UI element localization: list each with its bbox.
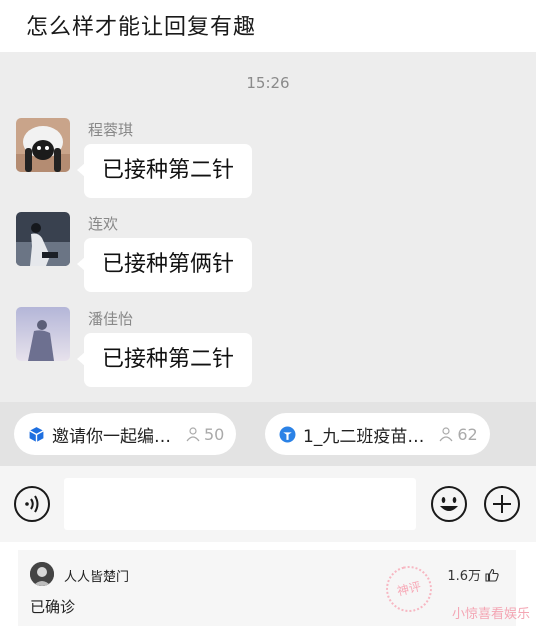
group-chips-bar: 邀请你一起编… 50 1_九二班疫苗… 62	[0, 402, 536, 466]
like-count: 1.6万	[447, 569, 481, 584]
person-icon	[186, 427, 200, 442]
avatar[interactable]	[16, 307, 70, 361]
sender-name: 连欢	[88, 215, 119, 233]
chat-message: 程蓉琪 已接种第二针	[16, 118, 516, 198]
comment-card: 人人皆楚门 1.6万 已确诊	[18, 550, 516, 626]
comment-username[interactable]: 人人皆楚门	[64, 566, 129, 585]
person-icon	[439, 427, 453, 442]
plus-icon[interactable]	[483, 485, 521, 523]
cube-icon	[29, 426, 44, 442]
group-logo-icon	[279, 426, 296, 442]
thumbs-up-icon	[485, 568, 499, 582]
emoji-icon[interactable]	[430, 485, 468, 523]
chat-message: 连欢 已接种第俩针	[16, 212, 516, 292]
member-count-value: 62	[457, 424, 478, 444]
message-timestamp: 15:26	[246, 74, 290, 92]
member-count: 50	[185, 425, 224, 444]
message-bubble[interactable]: 已接种第二针	[76, 144, 253, 198]
comment-text: 已确诊	[30, 598, 76, 616]
group-name: 邀请你一起编…	[52, 426, 171, 447]
group-name: 1_九二班疫苗…	[303, 426, 425, 447]
sender-name: 程蓉琪	[88, 121, 134, 139]
chat-message: 潘佳怡 已接种第二针	[16, 307, 516, 387]
message-bubble[interactable]: 已接种第俩针	[76, 238, 253, 292]
group-chip-invite[interactable]: 邀请你一起编… 50	[14, 413, 237, 455]
member-count-value: 50	[204, 424, 225, 444]
member-count: 62	[438, 424, 478, 444]
message-input[interactable]	[64, 478, 416, 530]
chat-input-bar	[0, 466, 536, 542]
voice-icon[interactable]	[13, 485, 51, 523]
post-title: 怎么样才能让回复有趣	[0, 0, 536, 48]
like-button[interactable]: 1.6万	[447, 565, 500, 584]
avatar[interactable]	[16, 212, 70, 266]
sender-name: 潘佳怡	[88, 310, 134, 328]
watermark: 小惊喜看娱乐	[451, 607, 530, 622]
avatar[interactable]	[16, 118, 70, 172]
message-bubble[interactable]: 已接种第二针	[76, 333, 253, 387]
avatar[interactable]	[30, 562, 54, 586]
group-chip-class[interactable]: 1_九二班疫苗… 62	[265, 413, 490, 455]
chat-screenshot: 15:26 程蓉琪 已接种第二针 连欢 已接种第俩针 潘佳怡 已接种第二针	[0, 52, 536, 402]
